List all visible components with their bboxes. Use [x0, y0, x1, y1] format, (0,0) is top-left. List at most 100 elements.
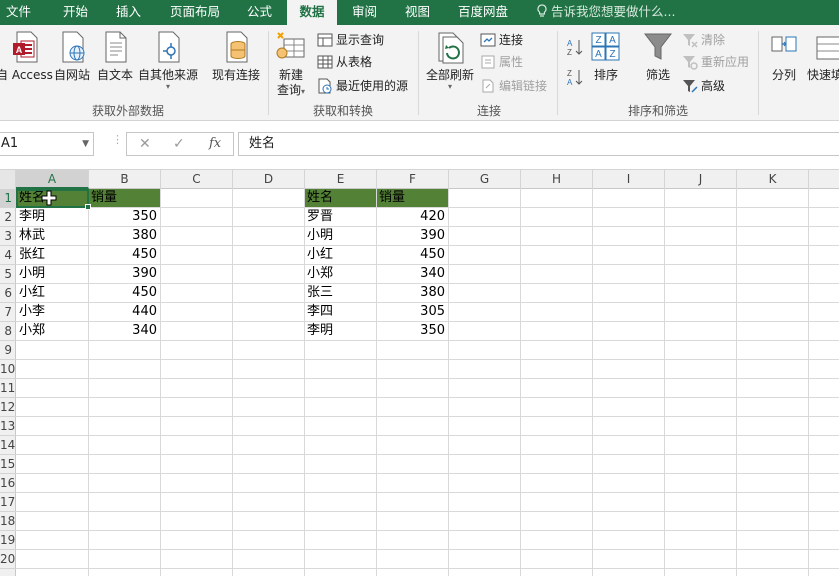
table-cell[interactable]: 380: [88, 227, 160, 245]
table-cell[interactable]: 305: [376, 303, 448, 321]
splitter-dots-icon[interactable]: ⋮: [112, 134, 123, 152]
tab-baidu-netdisk[interactable]: 百度网盘: [458, 0, 508, 25]
table-cell[interactable]: 小明: [304, 227, 376, 245]
text-to-columns-button[interactable]: 分列: [768, 29, 800, 83]
row-header[interactable]: 1: [0, 189, 16, 208]
advanced-filter-button[interactable]: 高级: [682, 76, 725, 96]
cell-f1[interactable]: 销量: [376, 189, 448, 207]
row-header[interactable]: 7: [0, 303, 16, 322]
column-header-h[interactable]: H: [521, 170, 593, 189]
row-header[interactable]: 14: [0, 436, 16, 455]
table-cell[interactable]: 小红: [16, 284, 88, 302]
table-cell[interactable]: 380: [376, 284, 448, 302]
from-table-button[interactable]: 从表格: [317, 52, 372, 72]
column-header-k[interactable]: K: [737, 170, 809, 189]
table-cell[interactable]: 450: [88, 284, 160, 302]
row-header[interactable]: 18: [0, 512, 16, 531]
cell-area[interactable]: 姓名 销量 李明 350 林武 380 张红 450 小明 390 小红 450…: [16, 189, 839, 576]
table-cell[interactable]: 小李: [16, 303, 88, 321]
edit-links-button[interactable]: 编辑链接: [480, 76, 547, 96]
row-header[interactable]: 20: [0, 550, 16, 569]
recent-sources-button[interactable]: 最近使用的源: [317, 76, 408, 96]
row-header[interactable]: 8: [0, 322, 16, 341]
column-header-i[interactable]: I: [593, 170, 665, 189]
tab-home[interactable]: 开始: [63, 0, 88, 25]
column-header-a[interactable]: A: [16, 170, 89, 189]
table-cell[interactable]: 李明: [16, 208, 88, 226]
tab-review[interactable]: 审阅: [352, 0, 377, 25]
table-cell[interactable]: 390: [376, 227, 448, 245]
clear-filter-button[interactable]: 清除: [682, 30, 725, 50]
from-other-sources-button[interactable]: 自其他来源 ▾: [138, 29, 198, 91]
refresh-all-button[interactable]: 全部刷新 ▾: [426, 29, 474, 91]
table-cell[interactable]: 340: [376, 265, 448, 283]
table-cell[interactable]: 390: [88, 265, 160, 283]
tab-insert[interactable]: 插入: [116, 0, 141, 25]
table-cell[interactable]: 小红: [304, 246, 376, 264]
column-header-f[interactable]: F: [377, 170, 449, 189]
column-header-b[interactable]: B: [89, 170, 161, 189]
table-cell[interactable]: 小明: [16, 265, 88, 283]
column-header-l[interactable]: [809, 170, 839, 189]
table-cell[interactable]: 张红: [16, 246, 88, 264]
flash-fill-button[interactable]: 快速填: [807, 29, 839, 83]
connections-button[interactable]: 连接: [480, 30, 523, 50]
row-header[interactable]: 4: [0, 246, 16, 265]
new-query-button[interactable]: 新建 查询▾: [274, 29, 308, 99]
column-header-e[interactable]: E: [305, 170, 377, 189]
row-header[interactable]: 17: [0, 493, 16, 512]
fill-handle[interactable]: [85, 204, 91, 210]
existing-connections-button[interactable]: 现有连接: [212, 29, 260, 83]
table-cell[interactable]: 小郑: [16, 322, 88, 340]
table-cell[interactable]: 小郑: [304, 265, 376, 283]
row-header[interactable]: 2: [0, 208, 16, 227]
sort-ascending-button[interactable]: AZ: [566, 37, 587, 57]
table-cell[interactable]: 450: [88, 246, 160, 264]
select-all-button[interactable]: [0, 170, 16, 189]
properties-button[interactable]: 属性: [480, 52, 523, 72]
row-header[interactable]: 11: [0, 379, 16, 398]
name-box[interactable]: A1 ▼: [0, 132, 94, 156]
table-cell[interactable]: 440: [88, 303, 160, 321]
row-header[interactable]: 10: [0, 360, 16, 379]
insert-function-icon[interactable]: fx: [209, 133, 221, 155]
tab-view[interactable]: 视图: [405, 0, 430, 25]
row-header[interactable]: 16: [0, 474, 16, 493]
tab-data[interactable]: 数据: [287, 0, 337, 25]
from-text-button[interactable]: 自文本: [97, 29, 133, 83]
row-header[interactable]: 12: [0, 398, 16, 417]
reapply-button[interactable]: 重新应用: [682, 52, 749, 72]
tab-file[interactable]: 文件: [6, 0, 31, 25]
cancel-icon[interactable]: ✕: [139, 133, 151, 155]
table-cell[interactable]: 林武: [16, 227, 88, 245]
sort-button[interactable]: ZAAZ 排序: [590, 29, 622, 83]
table-cell[interactable]: 450: [376, 246, 448, 264]
table-cell[interactable]: 340: [88, 322, 160, 340]
cell-b1[interactable]: 销量: [88, 189, 160, 207]
table-cell[interactable]: 420: [376, 208, 448, 226]
from-access-button[interactable]: A 自 Access: [0, 29, 53, 83]
column-header-c[interactable]: C: [161, 170, 233, 189]
tab-formulas[interactable]: 公式: [247, 0, 272, 25]
show-queries-button[interactable]: 显示查询: [317, 30, 384, 50]
column-header-j[interactable]: J: [665, 170, 737, 189]
cell-e1[interactable]: 姓名: [304, 189, 376, 207]
row-header[interactable]: 3: [0, 227, 16, 246]
row-header[interactable]: 13: [0, 417, 16, 436]
table-cell[interactable]: 张三: [304, 284, 376, 302]
table-cell[interactable]: 李明: [304, 322, 376, 340]
column-header-g[interactable]: G: [449, 170, 521, 189]
formula-input[interactable]: 姓名: [238, 132, 839, 156]
table-cell[interactable]: 350: [376, 322, 448, 340]
row-header[interactable]: 6: [0, 284, 16, 303]
table-cell[interactable]: 李四: [304, 303, 376, 321]
sort-descending-button[interactable]: ZA: [566, 67, 587, 87]
from-web-button[interactable]: 自网站: [54, 29, 90, 83]
row-header[interactable]: 15: [0, 455, 16, 474]
tell-me-box[interactable]: 告诉我您想要做什么...: [536, 0, 675, 25]
name-box-dropdown-icon[interactable]: ▼: [82, 133, 89, 155]
row-header[interactable]: 19: [0, 531, 16, 550]
row-header[interactable]: 9: [0, 341, 16, 360]
table-cell[interactable]: 罗晋: [304, 208, 376, 226]
filter-button[interactable]: 筛选: [642, 29, 674, 83]
